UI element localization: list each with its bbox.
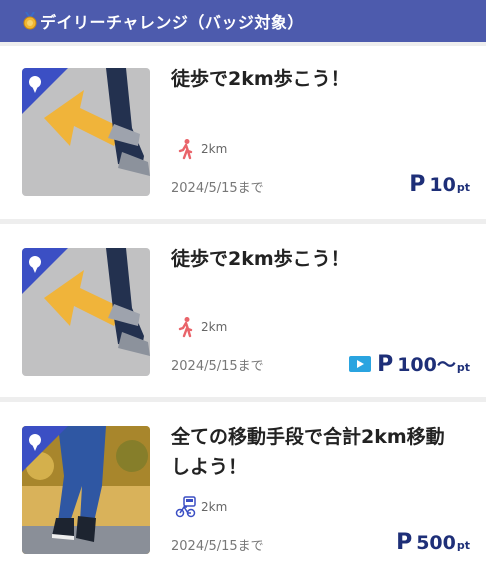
video-play-icon	[349, 355, 372, 372]
points-p-icon: P	[409, 172, 426, 197]
challenge-title: 全ての移動手段で合計2km移動 しよう！	[171, 426, 445, 478]
challenge-deadline: 2024/5/15まで	[171, 359, 264, 374]
challenge-card[interactable]: 徒歩で2km歩こう！ 2km 2024/5/15まで P 100〜 pt	[0, 224, 486, 397]
section-header: デイリーチャレンジ（バッジ対象）	[0, 0, 486, 42]
walk-icon	[178, 317, 193, 338]
challenge-metric: 2km	[175, 316, 227, 338]
walk-icon	[178, 139, 193, 160]
challenge-thumbnail	[22, 248, 150, 376]
challenge-points: P 100〜 pt	[349, 350, 470, 377]
challenge-title: 徒歩で2km歩こう！	[171, 248, 350, 270]
metric-value: 2km	[201, 500, 228, 514]
challenge-deadline: 2024/5/15まで	[171, 181, 264, 196]
points-p-icon: P	[396, 530, 413, 555]
transport-icon	[175, 496, 196, 518]
challenge-card[interactable]: 全ての移動手段で合計2km移動 しよう！ 2km 2024/5/15まで P 5…	[0, 402, 486, 568]
challenge-points: P 500 pt	[396, 530, 470, 555]
metric-value: 2km	[201, 320, 228, 334]
metric-value: 2km	[201, 142, 228, 156]
challenge-deadline: 2024/5/15まで	[171, 539, 264, 554]
section-title: デイリーチャレンジ（バッジ対象）	[40, 13, 304, 32]
medal-icon	[23, 12, 37, 30]
challenge-points: P 10 pt	[409, 172, 470, 197]
points-p-icon: P	[377, 352, 394, 377]
challenge-card[interactable]: 徒歩で2km歩こう！ 2km 2024/5/15まで P 10 pt	[0, 46, 486, 219]
challenge-title: 徒歩で2km歩こう！	[171, 68, 350, 90]
challenge-metric: 2km	[175, 138, 227, 160]
challenge-metric: 2km	[175, 496, 227, 518]
challenge-thumbnail	[22, 426, 150, 554]
challenge-thumbnail	[22, 68, 150, 196]
